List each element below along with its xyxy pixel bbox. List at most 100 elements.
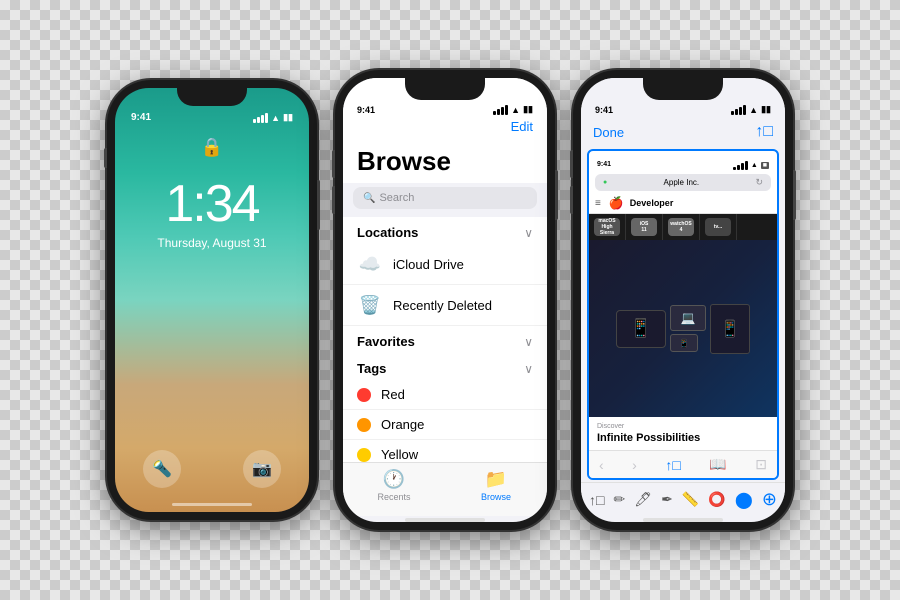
url-refresh-icon[interactable]: ↻: [755, 177, 763, 188]
files-status-icons: ▲ ▮▮: [493, 104, 533, 115]
favorites-section-header: Favorites ∨: [343, 326, 547, 353]
camera-button[interactable]: 📷: [243, 450, 281, 488]
inner-battery-icon: ■: [761, 162, 769, 169]
macos-badge: macOSHigh Sierra: [594, 218, 620, 236]
battery-icon: ▮▮: [283, 112, 293, 123]
safari-home-indicator: [643, 518, 723, 522]
files-list: Locations ∨ ☁️ iCloud Drive 🗑️ Recently …: [343, 217, 547, 462]
files-home-indicator: [405, 518, 485, 522]
recently-deleted-label: Recently Deleted: [393, 298, 492, 313]
files-battery-icon: ▮▮: [523, 104, 533, 115]
safari-inner-status: 9:41 ▲ ■: [589, 151, 777, 172]
tab-watchos[interactable]: watchOS4: [663, 214, 700, 240]
markup-color-circle[interactable]: ⬤: [735, 490, 753, 510]
tag-orange-label: Orange: [381, 417, 424, 432]
browse-tab-label: Browse: [481, 492, 511, 502]
flashlight-button[interactable]: 🔦: [143, 450, 181, 488]
favorites-chevron: ∨: [524, 335, 533, 349]
tag-yellow-dot: [357, 448, 371, 462]
browse-tab-icon: 📁: [485, 469, 507, 490]
files-browse-title: Browse: [343, 138, 547, 183]
safari-share-icon[interactable]: ↑□: [755, 123, 773, 141]
locations-chevron: ∨: [524, 226, 533, 240]
phone-3: 9:41 ▲ ▮▮ Done ↑□: [573, 70, 793, 530]
safari-forward-icon[interactable]: ›: [632, 457, 637, 473]
safari-bottom-nav: ‹ › ↑□ 📖 ⊡: [589, 450, 777, 478]
lockscreen-bottom-actions: 🔦 📷: [115, 450, 309, 488]
safari-inner-window: 9:41 ▲ ■ ● Apple Inc: [587, 149, 779, 480]
safari-url-bar[interactable]: ● Apple Inc. ↻: [595, 174, 771, 191]
notch: [177, 88, 247, 106]
safari-inner-nav: ≡ 🍎 Developer: [589, 193, 777, 214]
recently-deleted-icon: 🗑️: [357, 292, 383, 318]
recents-tab[interactable]: 🕐 Recents: [343, 469, 445, 502]
safari-battery-icon: ▮▮: [761, 104, 771, 115]
tab-ios[interactable]: iOS11: [626, 214, 663, 240]
markup-ruler-icon[interactable]: 📏: [682, 491, 699, 508]
safari-bookmarks-icon[interactable]: 📖: [709, 456, 726, 473]
markup-pencil-icon[interactable]: ✒: [661, 491, 673, 508]
files-edit-button[interactable]: Edit: [511, 119, 533, 134]
markup-marker-icon[interactable]: 🖊: [634, 491, 652, 508]
safari-back-icon[interactable]: ‹: [599, 457, 604, 473]
lockscreen-clock: 1:34: [165, 178, 258, 230]
tab-macos[interactable]: macOSHigh Sierra: [589, 214, 626, 240]
search-icon: 🔍: [363, 193, 375, 204]
browse-tab[interactable]: 📁 Browse: [445, 469, 547, 502]
favorites-title: Favorites: [357, 334, 415, 349]
safari-headline: Infinite Possibilities: [589, 432, 777, 450]
icloud-drive-icon: ☁️: [357, 251, 383, 277]
search-placeholder: Search: [379, 192, 414, 204]
tag-yellow-label: Yellow: [381, 447, 418, 462]
tag-red-dot: [357, 388, 371, 402]
safari-menu-icon[interactable]: ≡: [595, 198, 601, 209]
files-screen: 9:41 ▲ ▮▮ Edit Browse 🔍 Se: [343, 78, 547, 522]
tags-title: Tags: [357, 361, 386, 376]
phone-2: 9:41 ▲ ▮▮ Edit Browse 🔍 Se: [335, 70, 555, 530]
markup-pen-icon[interactable]: ✏: [614, 491, 626, 508]
safari-discover-label: Discover: [589, 417, 777, 432]
safari-inner-icons: ▲ ■: [733, 161, 769, 170]
safari-status-icons: ▲ ▮▮: [731, 104, 771, 115]
safari-status-time: 9:41: [595, 105, 613, 115]
markup-lasso-icon[interactable]: ⭕: [708, 491, 725, 508]
files-wifi-icon: ▲: [511, 105, 520, 115]
watchos-badge: watchOS4: [668, 218, 694, 236]
markup-add-icon[interactable]: ⊕: [762, 489, 777, 510]
locations-section-header: Locations ∨: [343, 217, 547, 244]
lock-icon: 🔒: [201, 137, 223, 158]
icloud-drive-row[interactable]: ☁️ iCloud Drive: [343, 244, 547, 285]
safari-signal-icon: [731, 105, 746, 115]
files-status-time: 9:41: [357, 105, 375, 115]
recents-tab-icon: 🕐: [383, 469, 405, 490]
signal-bars-icon: [253, 113, 268, 123]
safari-site-name: Developer: [630, 198, 674, 208]
safari-inner-time: 9:41: [597, 161, 611, 170]
files-search-bar[interactable]: 🔍 Search: [353, 187, 537, 209]
tag-orange-row[interactable]: Orange: [343, 410, 547, 440]
safari-tabs-icon[interactable]: ⊡: [755, 456, 767, 473]
notch-3: [643, 78, 723, 100]
recently-deleted-row[interactable]: 🗑️ Recently Deleted: [343, 285, 547, 326]
tag-yellow-row[interactable]: Yellow: [343, 440, 547, 462]
safari-done-button[interactable]: Done: [593, 125, 624, 140]
tags-section-header: Tags ∨: [343, 353, 547, 380]
tag-red-row[interactable]: Red: [343, 380, 547, 410]
markup-share-icon[interactable]: ↑□: [589, 492, 604, 508]
tags-chevron: ∨: [524, 362, 533, 376]
notch-2: [405, 78, 485, 100]
safari-share-bottom-icon[interactable]: ↑□: [665, 457, 680, 473]
tag-red-label: Red: [381, 387, 405, 402]
lockscreen: 9:41 ▲ ▮▮ 🔒 1:34 Thursday, August 31 🔦: [115, 88, 309, 512]
lockscreen-date: Thursday, August 31: [157, 236, 266, 250]
url-text: Apple Inc.: [607, 178, 755, 187]
markup-toolbar: ↑□ ✏ 🖊 ✒ 📏 ⭕ ⬤ ⊕: [581, 482, 785, 516]
files-tab-bar: 🕐 Recents 📁 Browse: [343, 462, 547, 516]
files-signal-icon: [493, 105, 508, 115]
recents-tab-label: Recents: [377, 492, 410, 502]
inner-signal: [733, 161, 748, 170]
tag-orange-dot: [357, 418, 371, 432]
wifi-icon: ▲: [271, 113, 280, 123]
tab-tv[interactable]: tv...: [700, 214, 737, 240]
inner-wifi-icon: ▲: [751, 162, 758, 169]
